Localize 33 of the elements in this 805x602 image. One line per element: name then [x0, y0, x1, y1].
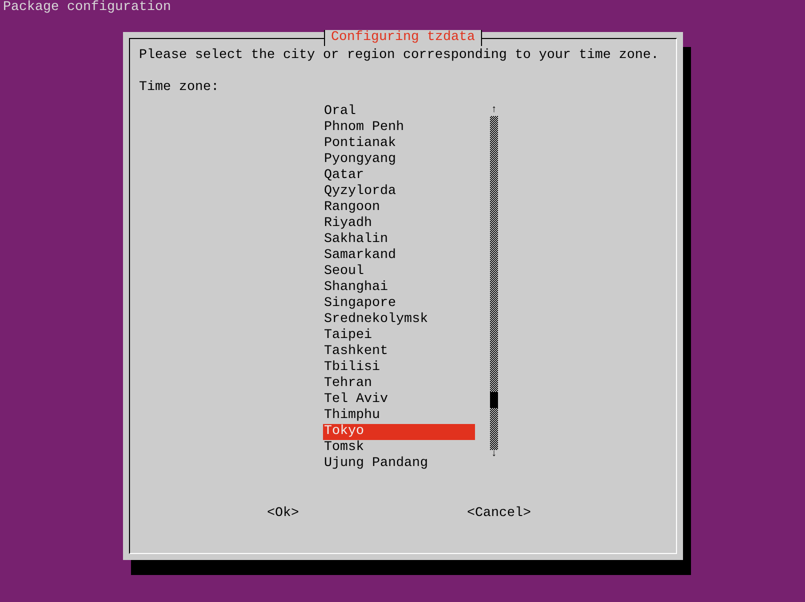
time-zone-item[interactable]: Pyongyang [323, 152, 475, 168]
cancel-button[interactable]: <Cancel> [467, 506, 531, 522]
time-zone-item[interactable]: Qyzylorda [323, 184, 475, 200]
time-zone-item[interactable]: Tel Aviv [323, 392, 475, 408]
screen-title: Package configuration [2, 0, 172, 16]
time-zone-item[interactable]: Pontianak [323, 136, 475, 152]
time-zone-item[interactable]: Seoul [323, 264, 475, 280]
time-zone-item[interactable]: Riyadh [323, 216, 475, 232]
time-zone-item[interactable]: Qatar [323, 168, 475, 184]
time-zone-item[interactable]: Srednekolymsk [323, 312, 475, 328]
time-zone-item[interactable]: Rangoon [323, 200, 475, 216]
time-zone-item[interactable]: Ujung Pandang [323, 456, 475, 472]
dialog-title: Configuring tzdata [324, 30, 482, 46]
list-label: Time zone: [139, 80, 220, 96]
time-zone-item[interactable]: Thimphu [323, 408, 475, 424]
scrollbar-thumb[interactable] [490, 392, 498, 408]
time-zone-item[interactable]: Sakhalin [323, 232, 475, 248]
time-zone-item[interactable]: Samarkand [323, 248, 475, 264]
time-zone-item[interactable]: Shanghai [323, 280, 475, 296]
prompt-text: Please select the city or region corresponding to your time zone. [139, 48, 660, 64]
time-zone-item[interactable]: Tbilisi [323, 360, 475, 376]
scrollbar-track[interactable] [490, 116, 498, 450]
time-zone-item[interactable]: Tomsk [323, 440, 475, 456]
time-zone-item[interactable]: Taipei [323, 328, 475, 344]
scroll-down-arrow[interactable]: ↓ [490, 450, 497, 460]
scroll-up-arrow[interactable]: ↑ [490, 106, 497, 116]
time-zone-item[interactable]: Tokyo [323, 424, 475, 440]
time-zone-item[interactable]: Oral [323, 104, 475, 120]
time-zone-item[interactable]: Phnom Penh [323, 120, 475, 136]
time-zone-item[interactable]: Singapore [323, 296, 475, 312]
ok-button[interactable]: <Ok> [267, 506, 299, 522]
time-zone-item[interactable]: Tehran [323, 376, 475, 392]
time-zone-item[interactable]: Tashkent [323, 344, 475, 360]
